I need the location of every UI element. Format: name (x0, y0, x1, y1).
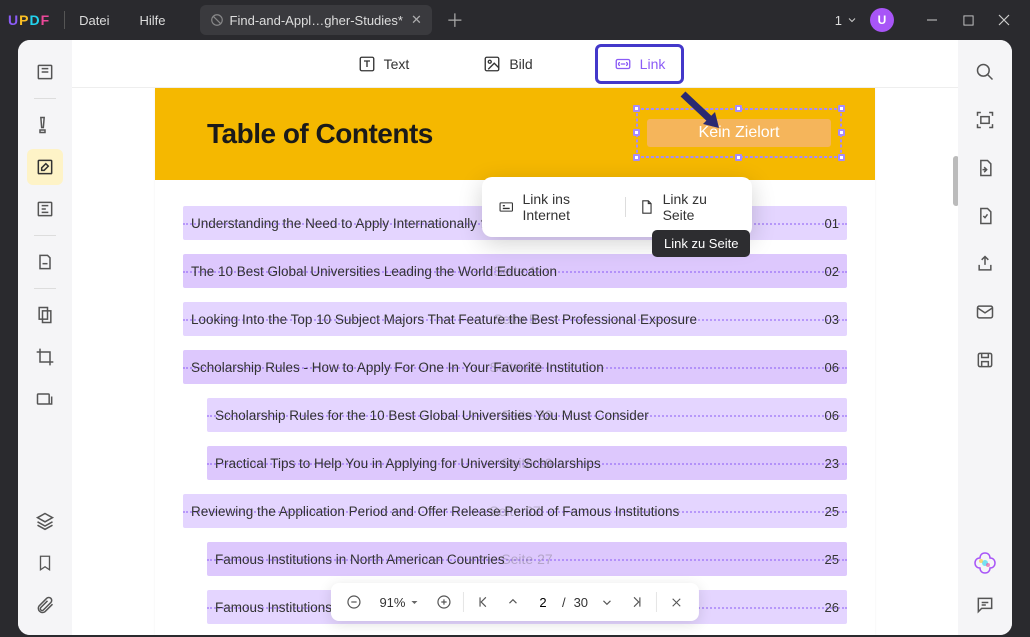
toc-entry-page: 26 (825, 600, 839, 615)
toc-entry-title: Reviewing the Application Period and Off… (191, 504, 679, 519)
window-close[interactable] (986, 5, 1022, 35)
form-tool[interactable] (27, 191, 63, 227)
updf-logo: UPDF (8, 12, 50, 28)
pdf-page[interactable]: Table of Contents Kein Zielort (155, 88, 875, 635)
left-sidebar (18, 40, 72, 635)
menu-file[interactable]: Datei (79, 13, 109, 28)
edit-toolbar: Text Bild Link (72, 40, 958, 88)
page-sep: / (562, 595, 566, 610)
toc-entry-page: 06 (825, 408, 839, 423)
page-indicator-value: 1 (835, 13, 842, 28)
prev-page-button[interactable] (498, 587, 528, 617)
text-icon (358, 55, 376, 73)
link-icon (614, 55, 632, 73)
zoom-out-button[interactable] (339, 587, 369, 617)
link-page-label: Link zu Seite (663, 191, 736, 223)
toc-entry-title: The 10 Best Global Universities Leading … (191, 264, 557, 279)
toc-entry-page: 02 (825, 264, 839, 279)
scrollbar-thumb[interactable] (953, 156, 958, 206)
right-sidebar (958, 40, 1012, 635)
toc-entry-page: 01 (825, 216, 839, 231)
link-to-web-option[interactable]: Link ins Internet (498, 191, 613, 223)
toc-row[interactable]: Seite 27Reviewing the Application Period… (183, 494, 847, 528)
menu-help[interactable]: Hilfe (140, 13, 166, 28)
document-area: Text Bild Link Table of Contents (72, 40, 958, 635)
watermark-text: Seite 27 (501, 551, 552, 567)
toc-row[interactable]: Seite 27Scholarship Rules - How to Apply… (183, 350, 847, 384)
edit-text-label: Text (384, 56, 410, 72)
tab-doc-icon (210, 13, 224, 27)
convert-icon[interactable] (967, 198, 1003, 234)
crop-tool[interactable] (27, 339, 63, 375)
edit-image-label: Bild (509, 56, 532, 72)
user-avatar[interactable]: U (870, 8, 894, 32)
toc-row[interactable]: Seite 19Practical Tips to Help You in Ap… (207, 446, 847, 480)
zoom-value[interactable]: 91% (369, 595, 429, 610)
toc-entry-page: 06 (825, 360, 839, 375)
edit-link-label: Link (640, 56, 666, 72)
attachment-icon[interactable] (27, 587, 63, 623)
toc-entry-page: 25 (825, 504, 839, 519)
chevron-down-icon (846, 14, 858, 26)
toc-entry-page: 03 (825, 312, 839, 327)
page-input[interactable] (528, 595, 558, 610)
pages-tool[interactable] (27, 297, 63, 333)
page-icon (638, 198, 654, 216)
toc-entry-page: 23 (825, 456, 839, 471)
toc-entry-title: Famous Institutions in North American Co… (215, 552, 505, 567)
view-page-indicator[interactable]: 1 (835, 13, 858, 28)
window-maximize[interactable] (950, 5, 986, 35)
link-annotation-box[interactable]: Kein Zielort (637, 109, 841, 157)
zoom-controls: 91% / 30 (331, 583, 699, 621)
close-zoombar-button[interactable] (661, 587, 691, 617)
window-minimize[interactable] (914, 5, 950, 35)
image-icon (483, 55, 501, 73)
first-page-button[interactable] (468, 587, 498, 617)
export-icon[interactable] (967, 150, 1003, 186)
toc-row[interactable]: Seite 27Famous Institutions in North Ame… (207, 542, 847, 576)
ai-assistant-icon[interactable] (973, 551, 997, 575)
bookmark-icon[interactable] (27, 545, 63, 581)
organize-tool[interactable] (27, 244, 63, 280)
page-total: 30 (574, 595, 588, 610)
last-page-button[interactable] (622, 587, 652, 617)
web-icon (498, 198, 515, 216)
search-icon[interactable] (967, 54, 1003, 90)
edit-link-button[interactable]: Link (595, 44, 685, 84)
toc-entry-title: Scholarship Rules for the 10 Best Global… (215, 408, 649, 423)
toc-row[interactable]: Seite 23Scholarship Rules for the 10 Bes… (207, 398, 847, 432)
highlighter-tool[interactable] (27, 107, 63, 143)
workspace: Text Bild Link Table of Contents (18, 40, 1012, 635)
edit-image-button[interactable]: Bild (471, 49, 544, 79)
layers-icon[interactable] (27, 503, 63, 539)
tab-title: Find-and-Appl…gher-Studies* (230, 13, 403, 28)
toc-entry-title: Scholarship Rules - How to Apply For One… (191, 360, 604, 375)
link-web-label: Link ins Internet (523, 191, 614, 223)
toc-entry-page: 25 (825, 552, 839, 567)
zoom-in-button[interactable] (429, 587, 459, 617)
page-title: Table of Contents (207, 118, 433, 150)
toc-entry-title: Practical Tips to Help You in Applying f… (215, 456, 601, 471)
titlebar: UPDF Datei Hilfe Find-and-Appl…gher-Stud… (0, 0, 1030, 40)
edit-text-button[interactable]: Text (346, 49, 422, 79)
tooltip: Link zu Seite (652, 230, 750, 257)
annotation-arrow (675, 90, 725, 134)
toc-row[interactable]: Seite 1The 10 Best Global Universities L… (183, 254, 847, 288)
table-of-contents: Seite 21Understanding the Need to Apply … (155, 180, 875, 635)
tab-close-icon[interactable]: ✕ (411, 12, 422, 28)
toc-row[interactable]: Seite 5Looking Into the Top 10 Subject M… (183, 302, 847, 336)
comments-icon[interactable] (967, 587, 1003, 623)
new-tab-button[interactable]: ＋ (446, 7, 464, 33)
reader-tool[interactable] (27, 54, 63, 90)
document-tab[interactable]: Find-and-Appl…gher-Studies* ✕ (200, 5, 432, 35)
save-icon[interactable] (967, 342, 1003, 378)
link-to-page-option[interactable]: Link zu Seite (638, 191, 736, 223)
next-page-button[interactable] (592, 587, 622, 617)
share-icon[interactable] (967, 246, 1003, 282)
email-icon[interactable] (967, 294, 1003, 330)
toc-entry-title: Looking Into the Top 10 Subject Majors T… (191, 312, 697, 327)
ocr-icon[interactable] (967, 102, 1003, 138)
redact-tool[interactable] (27, 381, 63, 417)
edit-tool[interactable] (27, 149, 63, 185)
